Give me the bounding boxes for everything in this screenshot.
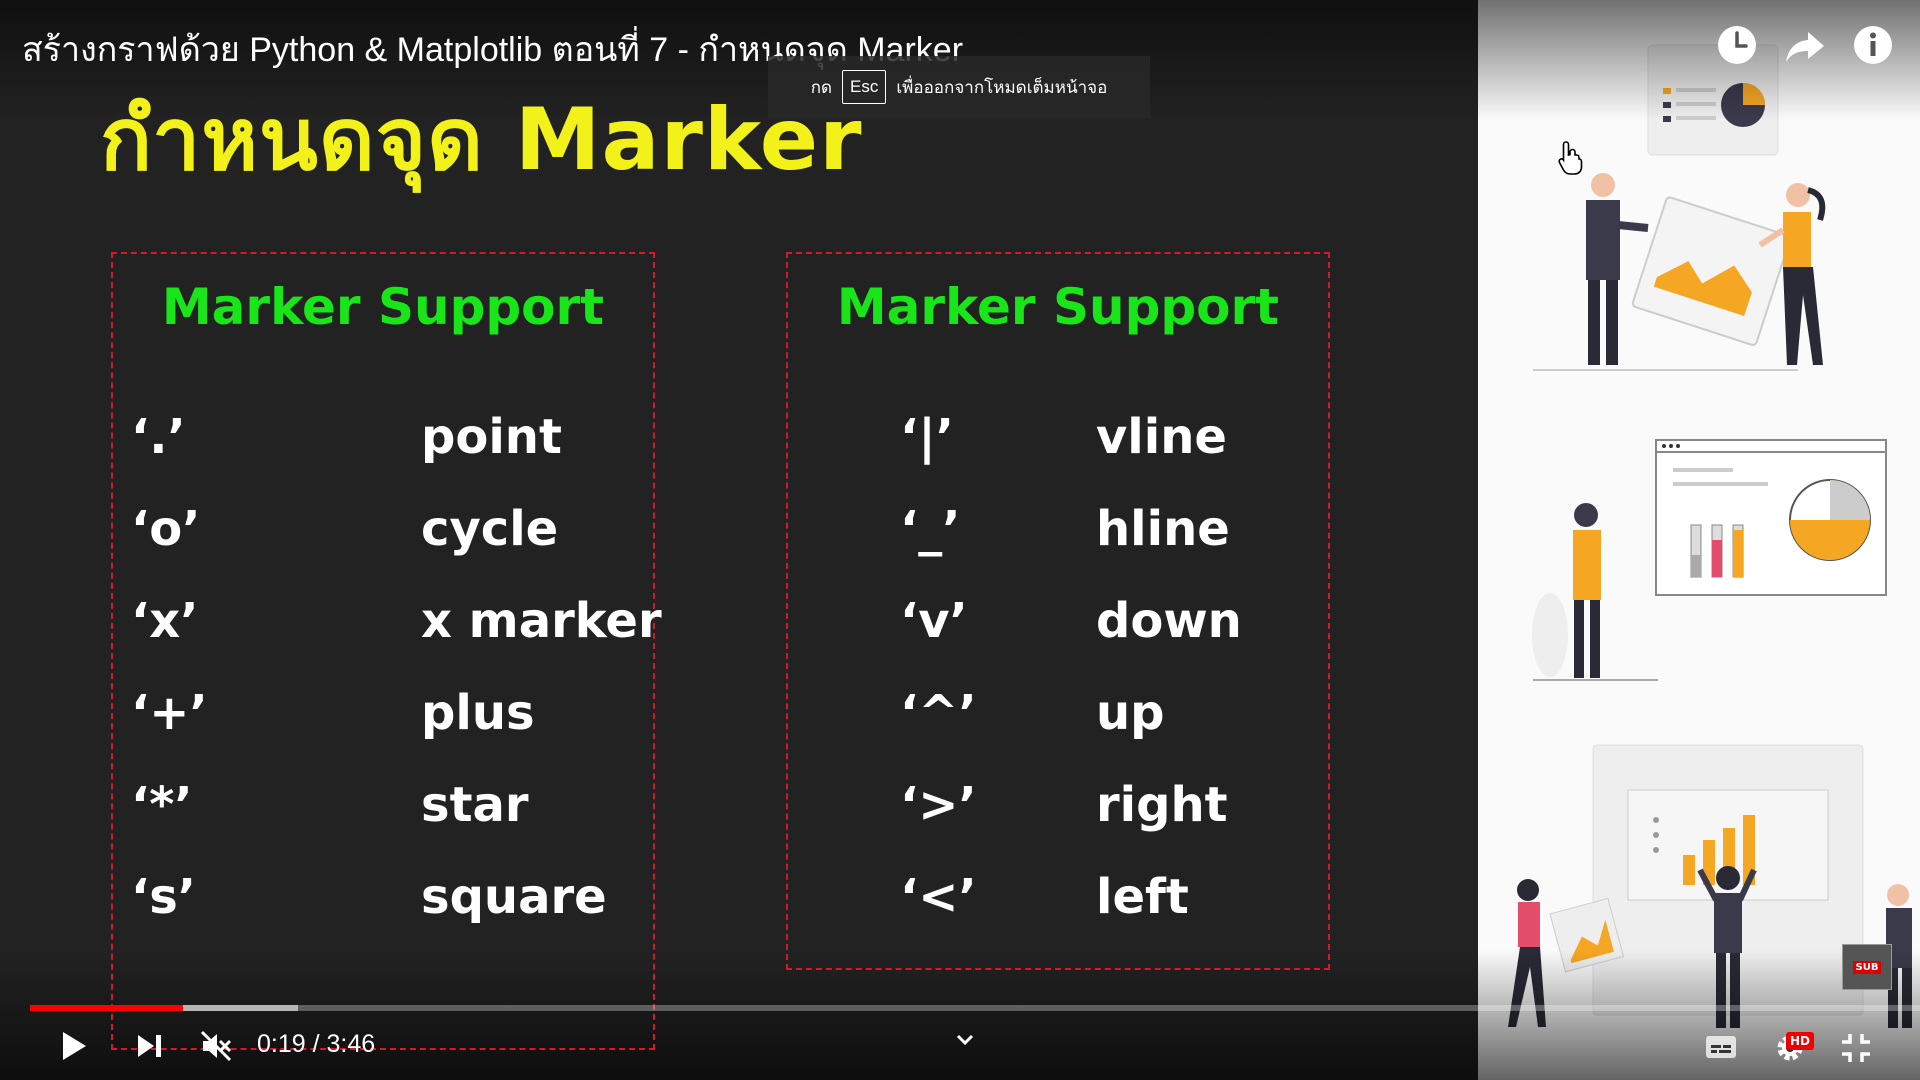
marker-code: ‘+’ — [131, 685, 208, 741]
next-button[interactable] — [132, 1030, 168, 1062]
marker-label: left — [1096, 869, 1189, 925]
marker-label: star — [421, 777, 529, 833]
subscribe-watermark[interactable]: SUB — [1842, 944, 1892, 990]
play-button[interactable] — [56, 1028, 92, 1064]
marker-label: up — [1096, 685, 1165, 741]
marker-label: hline — [1096, 501, 1230, 557]
marker-code: ‘s’ — [131, 869, 197, 925]
chevron-down-icon[interactable] — [950, 1030, 980, 1050]
fullscreen-exit-tip: กด Esc เพื่อออกจากโหมดเต็มหน้าจอ — [768, 56, 1150, 118]
exit-fullscreen-button[interactable] — [1838, 1030, 1874, 1066]
marker-label: x marker — [421, 593, 662, 649]
marker-row: ‘x’ x marker — [113, 593, 662, 663]
time-display: 0:19 / 3:46 — [257, 1030, 376, 1058]
marker-row: ‘o’ cycle — [113, 501, 653, 571]
marker-row: ‘+’ plus — [113, 685, 653, 755]
progress-bar[interactable] — [30, 1005, 1920, 1011]
tip-prefix: กด — [810, 77, 833, 97]
people-with-charts-illustration — [1508, 44, 1912, 1028]
marker-label: cycle — [421, 501, 559, 557]
marker-label: down — [1096, 593, 1242, 649]
marker-row: ‘>’ right — [788, 777, 1328, 847]
next-icon — [138, 1035, 161, 1057]
marker-row: ‘<’ left — [788, 869, 1328, 939]
marker-code: ‘.’ — [131, 409, 186, 465]
info-icon[interactable] — [1850, 22, 1896, 68]
video-player[interactable]: สร้างกราฟด้วย Python & Matplotlib ตอนที่… — [0, 0, 1920, 1080]
marker-label: right — [1096, 777, 1228, 833]
marker-label: square — [421, 869, 607, 925]
marker-code: ‘v’ — [900, 593, 968, 649]
marker-code: ‘>’ — [900, 777, 977, 833]
marker-code: ‘o’ — [131, 501, 201, 557]
subtitles-icon — [1706, 1036, 1736, 1058]
marker-code: ‘x’ — [131, 593, 199, 649]
marker-row: ‘^’ up — [788, 685, 1328, 755]
marker-support-box-left: Marker Support ‘.’ point ‘o’ cycle ‘x’ x… — [111, 252, 662, 1050]
play-icon — [63, 1032, 86, 1060]
marker-row: ‘|’ vline — [788, 409, 1328, 479]
marker-label: plus — [421, 685, 535, 741]
box-title: Marker Support — [161, 278, 605, 336]
marker-code: ‘_’ — [900, 501, 961, 557]
hand-cursor-icon — [1558, 140, 1584, 180]
subtitles-button[interactable] — [1704, 1034, 1738, 1060]
marker-row: ‘*’ star — [113, 777, 653, 847]
progress-played — [30, 1005, 184, 1011]
tip-message: เพื่อออกจากโหมดเต็มหน้าจอ — [896, 77, 1108, 97]
share-icon[interactable] — [1782, 22, 1828, 68]
marker-row: ‘_’ hline — [788, 501, 1328, 571]
mute-button[interactable] — [198, 1028, 234, 1064]
marker-code: ‘|’ — [900, 409, 954, 465]
marker-row: ‘.’ point — [113, 409, 653, 479]
hd-badge: HD — [1786, 1032, 1815, 1050]
marker-row: ‘s’ square — [113, 869, 653, 939]
marker-label: point — [421, 409, 562, 465]
esc-key: Esc — [842, 70, 887, 104]
marker-code: ‘<’ — [900, 869, 977, 925]
marker-code: ‘*’ — [131, 777, 193, 833]
marker-code: ‘^’ — [900, 685, 977, 741]
box-title: Marker Support — [836, 278, 1280, 336]
marker-row: ‘v’ down — [788, 593, 1328, 663]
slide-heading: กำหนดจุด Marker — [100, 90, 863, 190]
clock-icon[interactable] — [1714, 22, 1760, 68]
exit-fullscreen-icon — [1842, 1034, 1870, 1062]
subscribe-badge-text: SUB — [1852, 960, 1882, 974]
illustration-panel — [1478, 0, 1920, 1080]
marker-support-box-right: Marker Support ‘|’ vline ‘_’ hline ‘v’ d… — [786, 252, 1330, 970]
marker-label: vline — [1096, 409, 1227, 465]
mute-icon — [200, 1030, 232, 1062]
